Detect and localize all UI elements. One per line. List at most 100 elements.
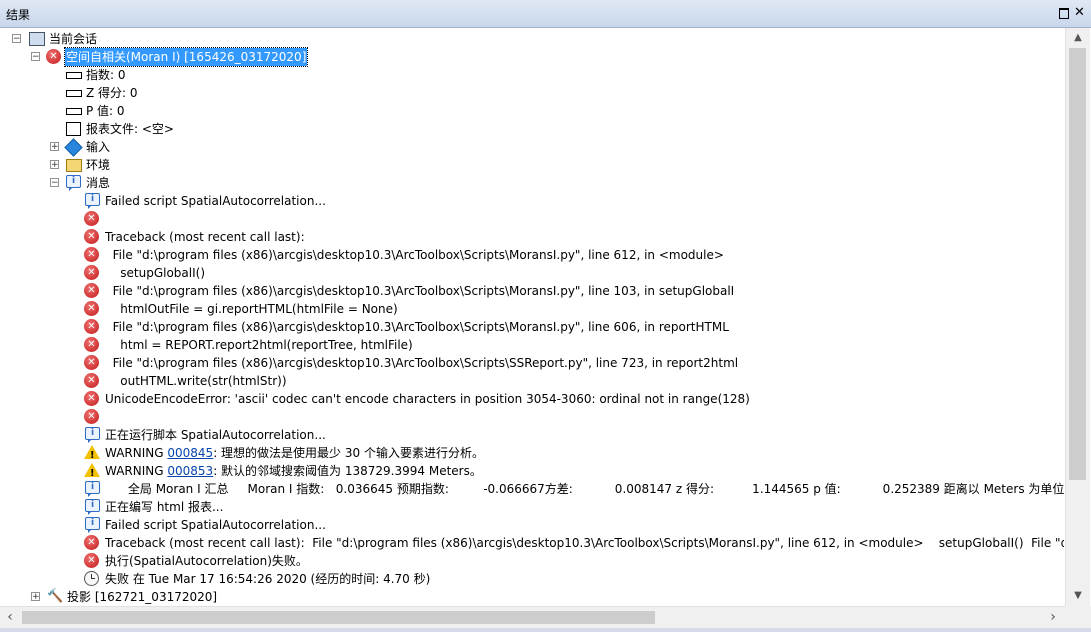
warning-code-link[interactable]: 000845 xyxy=(167,446,213,460)
window-title: 结果 xyxy=(6,8,31,22)
message-row[interactable]: i Failed script SpatialAutocorrelation... xyxy=(0,516,1064,534)
message-text: 全局 Moran I 汇总 Moran I 指数: 0.036645 预期指数:… xyxy=(105,482,1064,496)
error-icon: ✕ xyxy=(84,553,99,568)
window-border xyxy=(0,628,1091,632)
param-label: P 值: 0 xyxy=(86,104,125,118)
error-icon: ✕ xyxy=(84,355,99,370)
message-text: File "d:\program files (x86)\arcgis\desk… xyxy=(105,284,735,298)
message-row[interactable]: ✕ outHTML.write(str(htmlStr)) xyxy=(0,372,1064,390)
message-text: File "d:\program files (x86)\arcgis\desk… xyxy=(105,320,729,334)
tree-node-environment[interactable]: + 环境 xyxy=(0,156,600,174)
message-row[interactable]: ✕ Traceback (most recent call last): xyxy=(0,228,1064,246)
collapse-icon[interactable]: − xyxy=(31,52,40,62)
param-label: 指数: 0 xyxy=(86,68,126,82)
scroll-right-icon[interactable]: › xyxy=(1043,607,1063,628)
message-row[interactable]: ! WARNING 000845: 理想的做法是使用最少 30 个输入要素进行分析… xyxy=(0,444,1064,462)
error-icon: ✕ xyxy=(84,337,99,352)
tree-node-messages[interactable]: − i 消息 xyxy=(0,174,600,192)
scroll-down-icon[interactable]: ▼ xyxy=(1066,586,1090,606)
info-icon: i xyxy=(85,427,100,443)
tree-node-tool[interactable]: − ✕ 空间自相关(Moran I) [165426_03172020] xyxy=(0,47,1064,67)
error-icon: ✕ xyxy=(84,301,99,316)
restore-icon[interactable] xyxy=(1057,6,1070,19)
info-icon: i xyxy=(85,499,100,515)
message-row[interactable]: ✕ UnicodeEncodeError: 'ascii' codec can't… xyxy=(0,390,1064,408)
input-label: 输入 xyxy=(86,140,111,154)
close-icon[interactable]: ✕ xyxy=(1073,6,1086,19)
tree-node-param[interactable]: P 值: 0 xyxy=(0,102,600,120)
horizontal-scrollbar[interactable]: ‹ › xyxy=(0,606,1065,628)
message-row[interactable]: i 正在运行脚本 SpatialAutocorrelation... xyxy=(0,426,1064,444)
collapse-icon[interactable]: − xyxy=(12,34,21,44)
session-icon xyxy=(29,32,45,46)
message-text: WARNING 000845: 理想的做法是使用最少 30 个输入要素进行分析。 xyxy=(105,444,484,462)
message-text: 执行(SpatialAutocorrelation)失败。 xyxy=(105,554,308,568)
error-icon: ✕ xyxy=(84,391,99,406)
message-row[interactable]: i 正在编写 html 报表... xyxy=(0,498,1064,516)
tree-node-input[interactable]: + 输入 xyxy=(0,138,600,157)
expand-icon[interactable]: + xyxy=(50,160,59,170)
expand-icon[interactable]: + xyxy=(31,592,40,602)
message-row[interactable]: ✕ setupGlobalI() xyxy=(0,264,1064,282)
scroll-thumb[interactable] xyxy=(22,611,655,624)
message-text: WARNING 000853: 默认的邻域搜索阈值为 138729.3994 M… xyxy=(105,462,482,480)
message-row[interactable]: ✕ xyxy=(0,408,1064,426)
message-row[interactable]: ✕ File "d:\program files (x86)\arcgis\de… xyxy=(0,246,1064,264)
message-text: Traceback (most recent call last): File … xyxy=(105,536,1064,550)
message-row[interactable]: ✕ File "d:\program files (x86)\arcgis\de… xyxy=(0,354,1064,372)
message-text: Failed script SpatialAutocorrelation... xyxy=(105,194,326,208)
error-icon: ✕ xyxy=(46,49,61,64)
message-row[interactable]: ✕ htmlOutFile = gi.reportHTML(htmlFile =… xyxy=(0,300,1064,318)
message-text: htmlOutFile = gi.reportHTML(htmlFile = N… xyxy=(105,302,398,316)
message-text: Traceback (most recent call last): xyxy=(105,230,305,244)
message-row[interactable]: ✕ File "d:\program files (x86)\arcgis\de… xyxy=(0,318,1064,336)
message-row[interactable]: 失败 在 Tue Mar 17 16:54:26 2020 (经历的时间: 4.… xyxy=(0,570,1064,588)
collapse-icon[interactable]: − xyxy=(50,178,59,188)
environment-icon xyxy=(66,159,82,172)
error-icon: ✕ xyxy=(84,373,99,388)
tree-node-param[interactable]: Z 得分: 0 xyxy=(0,84,600,102)
message-text: Failed script SpatialAutocorrelation... xyxy=(105,518,326,532)
error-icon: ✕ xyxy=(84,211,99,226)
tool-label[interactable]: 空间自相关(Moran I) [165426_03172020] xyxy=(63,47,309,67)
error-icon: ✕ xyxy=(84,319,99,334)
warning-text: : 理想的做法是使用最少 30 个输入要素进行分析。 xyxy=(213,446,484,460)
message-row[interactable]: ✕ 执行(SpatialAutocorrelation)失败。 xyxy=(0,552,1064,570)
error-icon: ✕ xyxy=(84,283,99,298)
parameter-icon xyxy=(66,108,82,115)
warning-prefix: WARNING xyxy=(105,464,168,478)
expand-icon[interactable]: + xyxy=(50,142,59,152)
vertical-scrollbar[interactable]: ▲ ▼ xyxy=(1065,28,1090,606)
tree-node-param[interactable]: 指数: 0 xyxy=(0,66,600,84)
scroll-left-icon[interactable]: ‹ xyxy=(0,607,20,628)
scroll-thumb[interactable] xyxy=(1069,48,1086,480)
tree-node-project[interactable]: + 🔨 投影 [162721_03172020] xyxy=(0,588,600,606)
messages-label: 消息 xyxy=(86,176,111,190)
message-text: 失败 在 Tue Mar 17 16:54:26 2020 (经历的时间: 4.… xyxy=(105,572,431,586)
info-icon: i xyxy=(85,481,100,497)
message-row[interactable]: ✕ xyxy=(0,210,1064,228)
parameter-icon xyxy=(66,72,82,79)
message-text: html = REPORT.report2html(reportTree, ht… xyxy=(105,338,413,352)
error-icon: ✕ xyxy=(84,265,99,280)
error-icon: ✕ xyxy=(84,409,99,424)
message-row[interactable]: i Failed script SpatialAutocorrelation... xyxy=(0,192,1064,210)
message-row[interactable]: i 全局 Moran I 汇总 Moran I 指数: 0.036645 预期指… xyxy=(0,480,1064,498)
tree-node-report-file[interactable]: 报表文件: <空> xyxy=(0,120,600,138)
results-window: 结果 ✕ − 当前会话 − ✕ 空间自相关(Moran I) [165426_0… xyxy=(0,0,1091,632)
error-icon: ✕ xyxy=(84,247,99,262)
hammer-icon: 🔨 xyxy=(47,589,64,604)
message-text: outHTML.write(str(htmlStr)) xyxy=(105,374,287,388)
message-row[interactable]: ! WARNING 000853: 默认的邻域搜索阈值为 138729.3994 … xyxy=(0,462,1064,480)
message-row[interactable]: ✕ Traceback (most recent call last): File… xyxy=(0,534,1064,552)
environment-label: 环境 xyxy=(86,158,111,172)
scroll-up-icon[interactable]: ▲ xyxy=(1066,28,1090,48)
tool-label: 投影 [162721_03172020] xyxy=(67,590,218,604)
tree-node-session[interactable]: − 当前会话 xyxy=(0,30,1064,48)
message-row[interactable]: ✕ html = REPORT.report2html(reportTree, … xyxy=(0,336,1064,354)
message-text: UnicodeEncodeError: 'ascii' codec can't … xyxy=(105,392,750,406)
warning-code-link[interactable]: 000853 xyxy=(167,464,213,478)
message-row[interactable]: ✕ File "d:\program files (x86)\arcgis\de… xyxy=(0,282,1064,300)
param-label: Z 得分: 0 xyxy=(86,86,138,100)
error-icon: ✕ xyxy=(84,535,99,550)
